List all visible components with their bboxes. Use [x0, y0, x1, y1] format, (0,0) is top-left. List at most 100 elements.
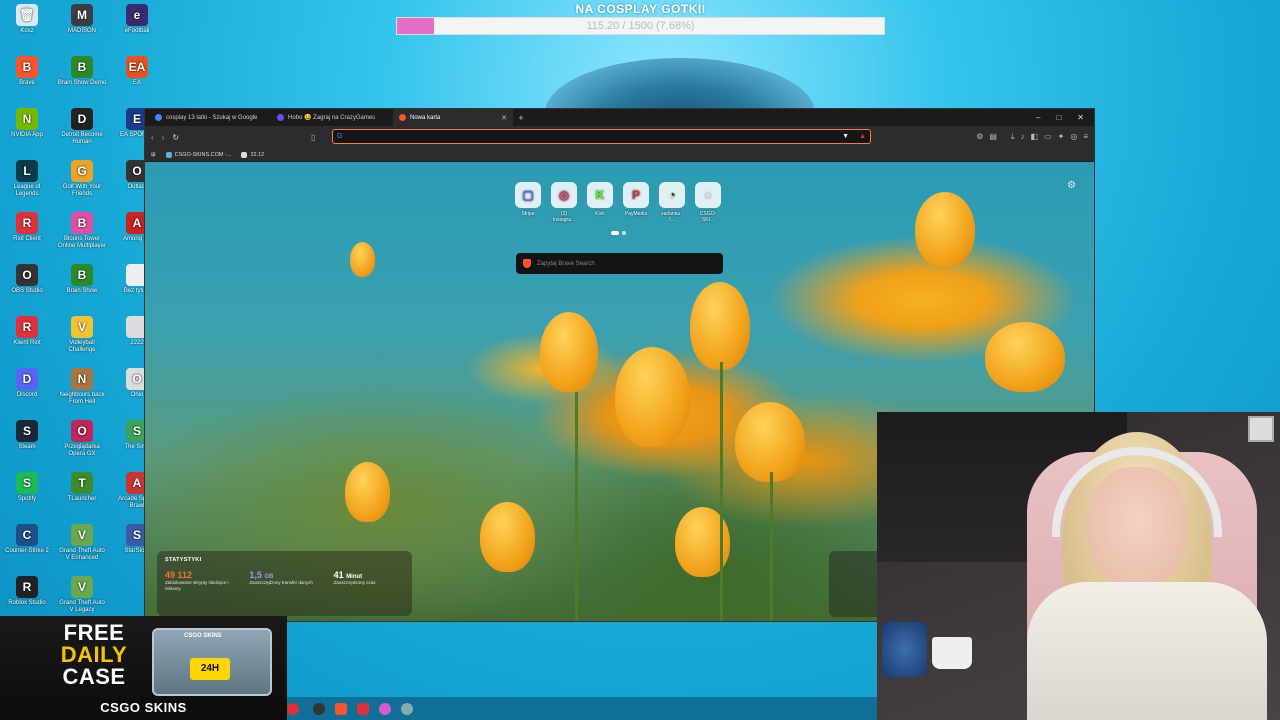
- reload-icon[interactable]: ↻: [172, 133, 179, 142]
- stats-title: STATYSTYKI: [165, 557, 202, 563]
- brave-lion-icon: [523, 259, 531, 268]
- customize-gear-icon[interactable]: ⚙: [1067, 180, 1076, 191]
- desktop-app-icon: B: [71, 212, 93, 234]
- taskbar-app2-icon[interactable]: [379, 702, 391, 715]
- menu-icon[interactable]: ≡: [1083, 132, 1088, 142]
- address-bar[interactable]: G ▼ ▲: [332, 129, 871, 144]
- desktop-icon[interactable]: B Brain Show: [57, 264, 107, 295]
- sidebar-icon[interactable]: ▤: [989, 132, 997, 142]
- back-icon[interactable]: ‹: [151, 133, 154, 142]
- taskbar-app-icon[interactable]: [287, 702, 299, 715]
- top-site-tile[interactable]: ◔ zadanka - I...: [658, 182, 686, 223]
- desktop-icon[interactable]: S Spotify: [2, 472, 52, 503]
- desktop-app-icon: B: [71, 56, 93, 78]
- desktop-icon[interactable]: D Detroit Become Human: [57, 108, 107, 146]
- goal-progress-text: 115.20 / 1500 (7.68%): [586, 20, 695, 32]
- vpn-icon[interactable]: ◎: [1070, 132, 1077, 142]
- desktop-app-icon: e: [126, 4, 148, 26]
- taskbar-obs-icon[interactable]: [313, 702, 325, 715]
- tab-google-search[interactable]: cosplay 13 latki - Szukaj w Google: [149, 109, 271, 126]
- bookmark-csgo-skins[interactable]: CSGO-SKINS.COM -...: [165, 151, 231, 158]
- top-site-tile[interactable]: ◌ CSGO-SKI...: [694, 182, 722, 223]
- apps-grid-icon[interactable]: ⊞: [151, 152, 156, 158]
- desktop-icon[interactable]: V Volleyball Challenge: [57, 316, 107, 354]
- leo-icon[interactable]: ✦: [1058, 132, 1065, 142]
- desktop-icon[interactable]: O Przeglądarka Opera GX: [57, 420, 107, 458]
- taskbar-settings-icon[interactable]: [401, 702, 413, 715]
- desktop-icon[interactable]: R Riot Client: [2, 212, 52, 243]
- desktop-icon[interactable]: V Grand Theft Auto V Enhanced: [57, 524, 107, 562]
- desktop-icon[interactable]: L League of Legends: [2, 160, 52, 198]
- case-icon: CSGO SKINS 24H: [152, 628, 272, 696]
- flower-decoration: [350, 242, 375, 277]
- desktop-icon[interactable]: N Neighbours back From Hell: [57, 368, 107, 406]
- desktop-icon-label: OBS Studio: [11, 288, 43, 294]
- desktop-icon[interactable]: B Bloons Tower Online Multiplayer: [57, 212, 107, 250]
- top-site-tile[interactable]: P PayMedia: [622, 182, 650, 223]
- desktop-app-icon: B: [71, 264, 93, 286]
- desktop-icon[interactable]: 🗑 Kosz: [2, 4, 52, 35]
- stat-value: 1,5 GB: [249, 570, 274, 580]
- privacy-stats-widget: STATYSTYKI 49 112 Zablokowane skrypty śl…: [157, 551, 412, 616]
- bookmark-icon[interactable]: ▯: [311, 133, 315, 142]
- top-site-tile[interactable]: K Kick: [586, 182, 614, 223]
- desktop-icon[interactable]: O OBS Studio: [2, 264, 52, 295]
- desktop-icon[interactable]: B Brain Show Demo: [57, 56, 107, 87]
- tab-new-tab[interactable]: Nowa karta ✕: [393, 109, 513, 126]
- pager-dot-active[interactable]: [611, 231, 619, 235]
- top-site-label: Stripe: [521, 211, 535, 217]
- desktop-icon[interactable]: EA EA: [112, 56, 162, 87]
- flower-decoration: [915, 192, 975, 267]
- desktop-icon[interactable]: G Golf With Your Friends: [57, 160, 107, 198]
- desktop-app-icon: C: [16, 524, 38, 546]
- forward-icon[interactable]: ›: [162, 133, 165, 142]
- close-window-button[interactable]: ✕: [1077, 113, 1084, 122]
- flower-decoration: [480, 502, 535, 572]
- desktop-icon[interactable]: R Roblox Studio: [2, 576, 52, 607]
- desktop-icon-label: eFootball: [124, 28, 150, 34]
- desktop-icon-label: Golf With Your Friends: [62, 184, 102, 197]
- tab-crazygames[interactable]: Hobo 😀 Zagraj na CrazyGames: [271, 109, 393, 126]
- desktop-icon[interactable]: T TLauncher: [57, 472, 107, 503]
- news-widget[interactable]: [829, 551, 879, 617]
- desktop-icon-label: Bloons Tower Online Multiplayer: [57, 236, 107, 249]
- stat-value: 49 112: [165, 570, 193, 580]
- split-view-icon[interactable]: ◧: [1031, 132, 1039, 142]
- desktop-icon[interactable]: M MADISON: [57, 4, 107, 35]
- desktop-icon-label: Grand Theft Auto V Enhanced: [59, 548, 105, 561]
- desktop-icon[interactable]: S Steam: [2, 420, 52, 451]
- case-brand: CSGO SKINS: [184, 633, 222, 639]
- puzzle-icon[interactable]: ⚙: [976, 132, 983, 142]
- desktop-app-icon: O: [71, 420, 93, 442]
- desktop-icon-label: MADISON: [67, 28, 96, 34]
- desktop-icon[interactable]: V Grand Theft Auto V Legacy: [57, 576, 107, 614]
- webcam-tin: [882, 622, 927, 677]
- desktop-icon[interactable]: C Counter-Strike 2: [2, 524, 52, 555]
- bookmark-2212[interactable]: 22.12: [241, 151, 264, 158]
- top-site-icon: P: [623, 182, 649, 208]
- desktop-icon[interactable]: N NVIDIA App: [2, 108, 52, 139]
- pager-dot[interactable]: [622, 231, 626, 235]
- brave-rewards-icon[interactable]: ▲: [859, 133, 866, 140]
- desktop-icon[interactable]: B Brave: [2, 56, 52, 87]
- url-input[interactable]: [346, 133, 843, 140]
- taskbar-brave-icon[interactable]: [335, 702, 347, 715]
- top-site-tile[interactable]: ▢ Stripe: [514, 182, 542, 223]
- wallet-icon[interactable]: ▭: [1044, 132, 1052, 142]
- brave-search-box[interactable]: Zapytaj Brave Search: [516, 253, 723, 274]
- new-tab-button[interactable]: +: [513, 113, 529, 123]
- top-site-tile[interactable]: ◎ (3) Instagra...: [550, 182, 578, 223]
- music-icon[interactable]: ♪: [1021, 132, 1025, 142]
- maximize-button[interactable]: □: [1056, 113, 1061, 122]
- close-tab-icon[interactable]: ✕: [501, 114, 507, 122]
- download-icon[interactable]: ⤓: [1011, 132, 1015, 142]
- flower-decoration: [735, 402, 805, 482]
- minimize-button[interactable]: –: [1036, 113, 1040, 122]
- brave-shields-icon[interactable]: ▼: [842, 133, 849, 140]
- desktop-icon[interactable]: D Discord: [2, 368, 52, 399]
- desktop-icon[interactable]: e eFootball: [112, 4, 162, 35]
- desktop-icon[interactable]: R Klient Riot: [2, 316, 52, 347]
- taskbar-riot-icon[interactable]: [357, 702, 369, 715]
- top-site-icon: K: [587, 182, 613, 208]
- webcam-mug: [932, 637, 972, 669]
